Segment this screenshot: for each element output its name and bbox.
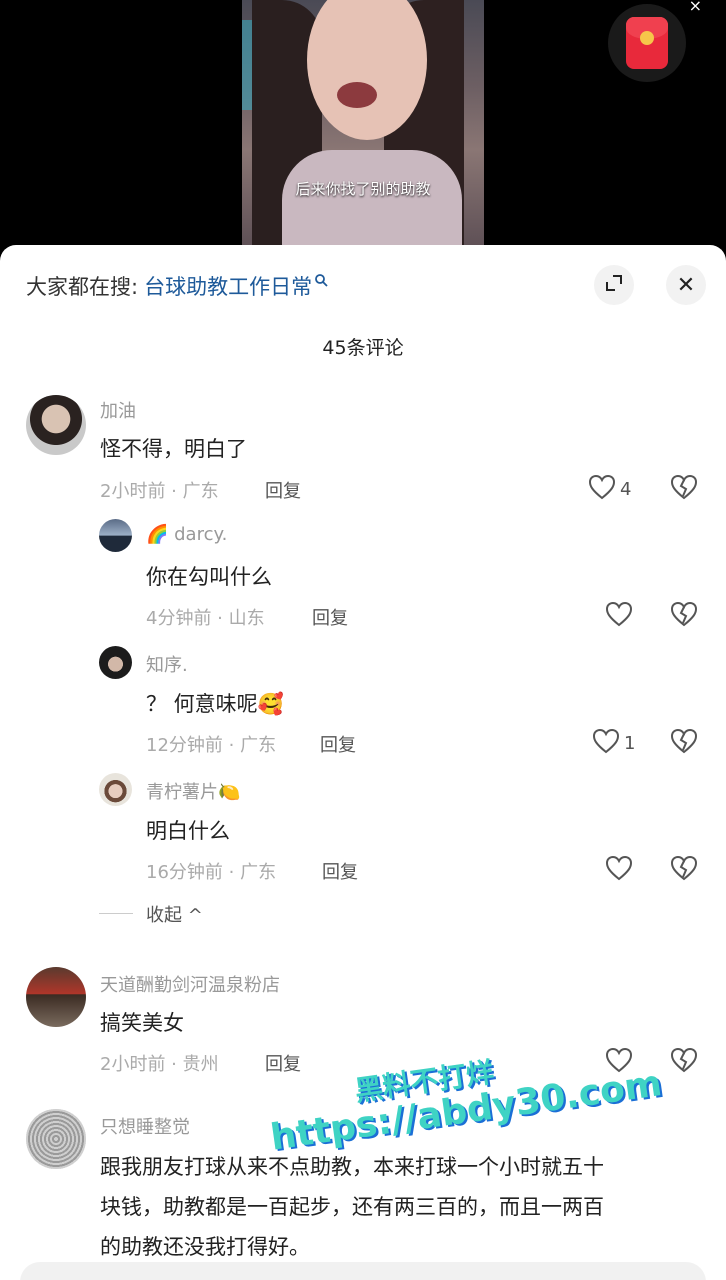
broken-heart-icon [670, 728, 698, 758]
comment-meta: 4分钟前 · 山东 [146, 608, 265, 629]
dislike-button[interactable] [670, 855, 698, 885]
comment-username[interactable]: 天道酬勤剑河温泉粉店 [100, 971, 280, 997]
search-prefix: 大家都在搜: [26, 275, 139, 299]
avatar[interactable] [26, 395, 86, 455]
comment-text-line: 跟我朋友打球从来不点助教，本来打球一个小时就五十 [100, 1155, 604, 1179]
comment-meta: 16分钟前 · 广东 [146, 862, 277, 883]
avatar[interactable] [26, 1109, 86, 1169]
comment-text: 你在勾叫什么 [146, 565, 272, 589]
comment-meta: 2小时前 · 广东 [100, 481, 219, 502]
avatar[interactable] [99, 519, 132, 552]
comment-text-line: 块钱，助教都是一百起步，还有两三百的，而且一两百 [100, 1195, 604, 1219]
comment-input-bar[interactable] [20, 1262, 706, 1280]
like-button[interactable] [605, 601, 633, 632]
heart-icon [605, 601, 633, 632]
comment-username[interactable]: 知序. [146, 651, 188, 677]
reply-button[interactable]: 回复 [320, 731, 356, 757]
like-button[interactable]: 4 [588, 474, 631, 505]
heart-icon [605, 855, 633, 886]
broken-heart-icon [670, 601, 698, 631]
avatar[interactable] [99, 773, 132, 806]
comment-username[interactable]: 只想睡整觉 [100, 1113, 190, 1139]
comment-text: 怪不得，明白了 [100, 437, 247, 461]
comment-count-title: 45条评论 [322, 337, 404, 359]
like-button[interactable]: 1 [592, 728, 635, 759]
search-keyword-link[interactable]: 台球助教工作日常 [144, 271, 312, 301]
video-subtitle: 后来你找了别的助教 [295, 180, 431, 198]
close-video-icon[interactable]: × [689, 0, 702, 15]
like-count: 1 [624, 733, 636, 754]
reply-button[interactable]: 回复 [265, 1050, 301, 1076]
heart-icon [592, 728, 620, 759]
video-player[interactable]: 后来你找了别的助教 × [0, 0, 726, 260]
collapse-replies-button[interactable]: 收起 ^ [146, 901, 203, 927]
comment-text: ？ 何意味呢🥰 [146, 692, 284, 716]
comment-username[interactable]: 加油 [100, 397, 136, 423]
dislike-button[interactable] [670, 601, 698, 631]
comment-meta: 12分钟前 · 广东 [146, 735, 277, 756]
red-envelope-button[interactable] [608, 4, 686, 82]
broken-heart-icon [670, 474, 698, 504]
red-envelope-icon [626, 17, 668, 69]
dislike-button[interactable] [670, 474, 698, 504]
close-icon: ✕ [676, 272, 696, 298]
expand-button[interactable] [594, 265, 634, 305]
avatar[interactable] [99, 646, 132, 679]
broken-heart-icon [670, 1047, 698, 1077]
close-sheet-button[interactable]: ✕ [666, 265, 706, 305]
comment-username[interactable]: 🌈 darcy. [146, 524, 227, 545]
collapse-divider [99, 913, 133, 914]
like-count: 4 [620, 479, 632, 500]
dislike-button[interactable] [670, 728, 698, 758]
reply-button[interactable]: 回复 [312, 604, 348, 630]
search-icon [314, 273, 328, 291]
comment-username[interactable]: 青柠薯片🍋 [146, 778, 240, 804]
dislike-button[interactable] [670, 1047, 698, 1077]
comment-meta: 2小时前 · 贵州 [100, 1054, 219, 1075]
broken-heart-icon [670, 855, 698, 885]
heart-icon [588, 474, 616, 505]
video-frame [242, 0, 484, 250]
comment-text-line: 的助教还没我打得好。 [100, 1235, 310, 1259]
avatar[interactable] [26, 967, 86, 1027]
reply-button[interactable]: 回复 [322, 858, 358, 884]
trending-search[interactable]: 大家都在搜: 台球助教工作日常 [26, 271, 328, 301]
expand-icon [605, 274, 623, 296]
reply-button[interactable]: 回复 [265, 477, 301, 503]
like-button[interactable] [605, 855, 633, 886]
comment-text: 明白什么 [146, 819, 230, 843]
comment-text: 搞笑美女 [100, 1011, 184, 1035]
